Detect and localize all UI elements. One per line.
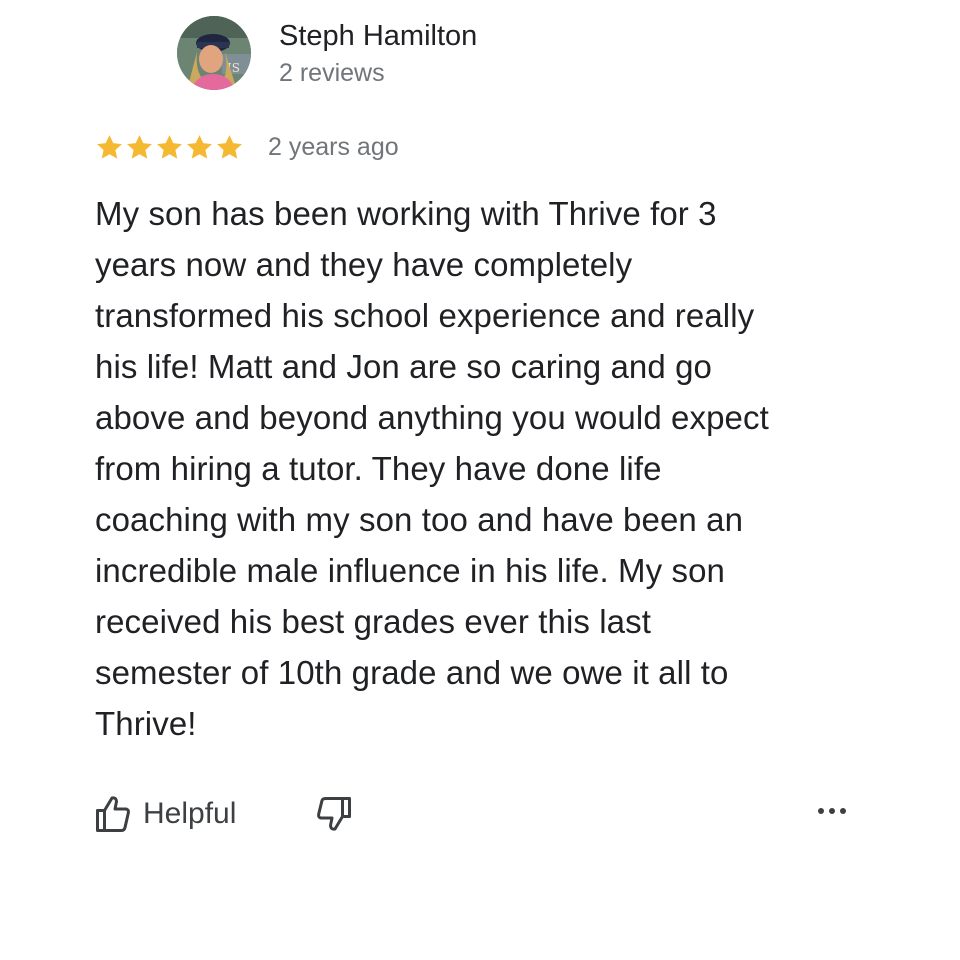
star-rating bbox=[95, 133, 245, 162]
more-options-button[interactable] bbox=[817, 806, 847, 816]
review-text-line: semester of 10th grade and we owe it all… bbox=[95, 654, 729, 691]
review-text-line: from hiring a tutor. They have done life bbox=[95, 450, 662, 487]
reviewer-info: Steph Hamilton 2 reviews bbox=[279, 18, 477, 89]
review-header: IS Steph Hamilton 2 reviews bbox=[177, 16, 477, 90]
star-icon bbox=[215, 133, 244, 162]
review-text-line: coaching with my son too and have been a… bbox=[95, 501, 744, 538]
thumbs-down-icon bbox=[316, 796, 352, 832]
review-time: 2 years ago bbox=[268, 133, 399, 161]
review-meta: 2 years ago bbox=[95, 130, 399, 164]
star-icon bbox=[95, 133, 124, 162]
review-text-line: received his best grades ever this last bbox=[95, 603, 652, 640]
review-text-line: transformed his school experience and re… bbox=[95, 297, 755, 334]
thumbs-up-icon bbox=[95, 795, 131, 833]
avatar-photo: IS bbox=[177, 16, 251, 90]
review-card: IS Steph Hamilton 2 reviews 2 years ago … bbox=[0, 0, 960, 960]
star-icon bbox=[125, 133, 154, 162]
review-text-line: Thrive! bbox=[95, 705, 197, 742]
review-text-line: his life! Matt and Jon are so caring and… bbox=[95, 348, 712, 385]
review-text-line: incredible male influence in his life. M… bbox=[95, 552, 725, 589]
star-icon bbox=[155, 133, 184, 162]
review-actions: Helpful bbox=[95, 792, 865, 838]
review-text-line: years now and they have completely bbox=[95, 246, 633, 283]
star-icon bbox=[185, 133, 214, 162]
review-text: My son has been working with Thrive for … bbox=[95, 188, 875, 749]
review-text-line: My son has been working with Thrive for … bbox=[95, 195, 717, 232]
not-helpful-button[interactable] bbox=[316, 796, 352, 832]
review-text-line: above and beyond anything you would expe… bbox=[95, 399, 769, 436]
helpful-button[interactable]: Helpful bbox=[95, 792, 236, 836]
reviewer-avatar[interactable]: IS bbox=[177, 16, 251, 90]
reviewer-name[interactable]: Steph Hamilton bbox=[279, 18, 477, 54]
more-options-icon bbox=[817, 806, 847, 816]
helpful-label: Helpful bbox=[143, 797, 237, 830]
reviewer-review-count[interactable]: 2 reviews bbox=[279, 57, 477, 89]
